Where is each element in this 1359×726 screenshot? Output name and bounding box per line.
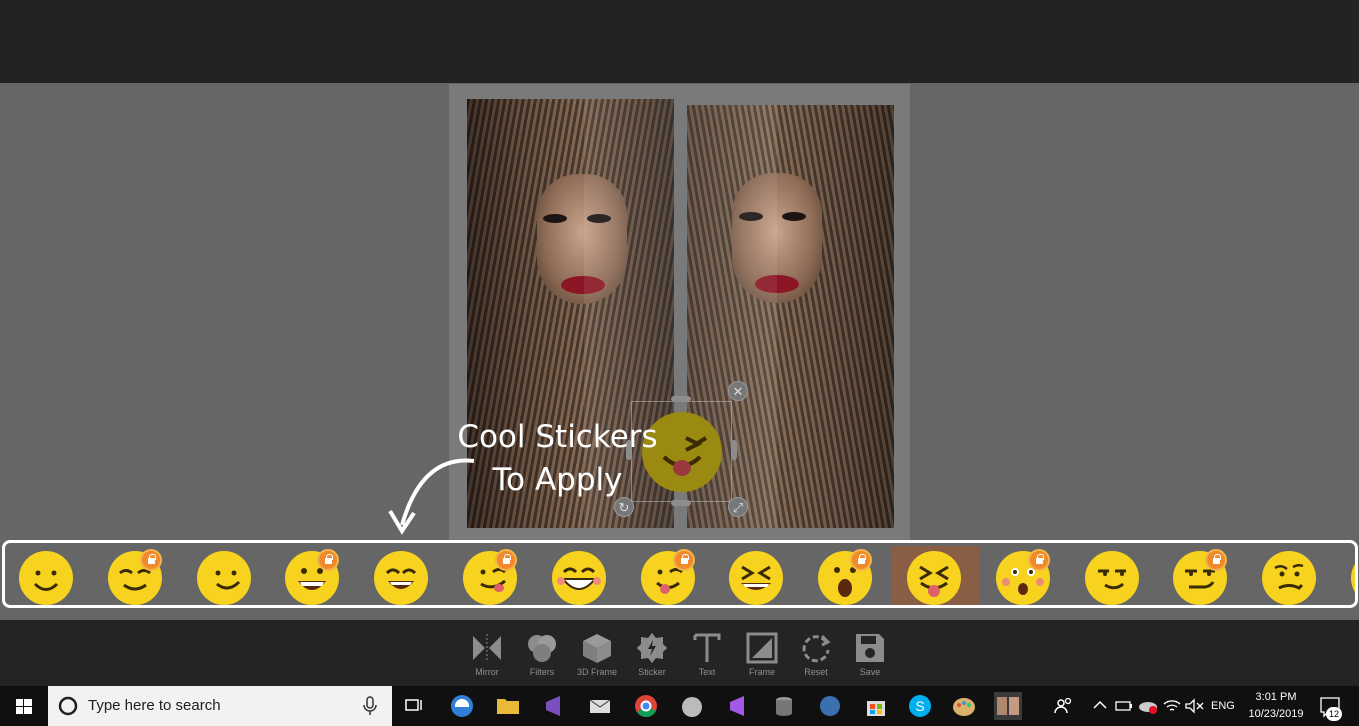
language-indicator[interactable]: ENG bbox=[1211, 700, 1235, 712]
store-icon[interactable] bbox=[862, 692, 890, 720]
sticker-label: Sticker bbox=[638, 667, 666, 677]
lock-icon bbox=[139, 549, 162, 571]
save-icon bbox=[856, 634, 884, 662]
teeth-grin-emoji-icon bbox=[551, 551, 606, 605]
filters-label: Filters bbox=[529, 667, 555, 677]
filters-icon bbox=[528, 635, 556, 662]
grin-emoji-icon bbox=[374, 551, 429, 605]
scale-icon[interactable]: ⤢ bbox=[728, 497, 748, 517]
eye bbox=[782, 212, 806, 221]
lock-icon bbox=[672, 549, 695, 571]
reset-label: Reset bbox=[804, 667, 828, 677]
sticker-option-big-grin[interactable] bbox=[269, 546, 357, 605]
mirror-icon bbox=[473, 634, 501, 662]
people-icon[interactable] bbox=[1050, 692, 1078, 720]
annotation-line-1: Cool Stickers bbox=[457, 419, 658, 455]
notification-count: 12 bbox=[1326, 707, 1342, 721]
sticker-option-squint-laugh[interactable] bbox=[713, 546, 801, 605]
reset-tool-button[interactable]: Reset bbox=[789, 632, 843, 680]
smile-side-emoji-icon bbox=[196, 551, 251, 605]
clock-date[interactable]: 10/23/2019 bbox=[1245, 708, 1307, 720]
sticker-strip[interactable] bbox=[2, 540, 1358, 608]
sticker-option-unamused-smile[interactable] bbox=[1069, 546, 1157, 605]
partial-emoji-icon bbox=[1351, 551, 1355, 605]
edge-icon[interactable] bbox=[448, 692, 476, 720]
visual-studio-2-icon[interactable] bbox=[724, 692, 752, 720]
sticker-icon bbox=[637, 633, 667, 663]
reset-icon bbox=[802, 634, 831, 663]
confused-emoji-icon bbox=[1262, 551, 1317, 605]
file-explorer-icon[interactable] bbox=[494, 692, 522, 720]
sticker-option-shocked[interactable] bbox=[980, 546, 1068, 605]
mail-icon[interactable] bbox=[586, 692, 614, 720]
text-label: Text bbox=[698, 667, 716, 677]
svg-text:S: S bbox=[915, 698, 924, 714]
visual-studio-icon[interactable] bbox=[540, 692, 568, 720]
paint-icon[interactable] bbox=[950, 692, 978, 720]
frame-icon bbox=[746, 632, 778, 664]
microphone-icon bbox=[363, 696, 377, 715]
app-window: ✕ ↻ ⤢ Cool Stickers To Apply Mirror Filt… bbox=[0, 0, 1359, 726]
search-placeholder: Type here to search bbox=[88, 697, 221, 714]
active-app-icon[interactable] bbox=[994, 692, 1022, 720]
eye bbox=[543, 214, 567, 223]
sticker-option-wink-smile[interactable] bbox=[92, 546, 180, 605]
volume-muted-icon[interactable] bbox=[1182, 692, 1210, 720]
chrome-icon[interactable] bbox=[632, 692, 660, 720]
3d-frame-tool-button[interactable]: 3D Frame bbox=[570, 632, 624, 680]
sticker-option-surprised[interactable] bbox=[802, 546, 890, 605]
lock-icon bbox=[1027, 549, 1050, 571]
cube-icon bbox=[583, 634, 611, 663]
task-view-icon[interactable] bbox=[400, 692, 428, 720]
smile-emoji-icon bbox=[19, 551, 73, 605]
frame-tool-button[interactable]: Frame bbox=[735, 632, 789, 680]
sticker-option-smile[interactable] bbox=[5, 546, 91, 605]
save-label: Save bbox=[859, 667, 881, 677]
resize-handle-right[interactable] bbox=[731, 440, 737, 460]
sticker-option-teeth-grin[interactable] bbox=[536, 546, 624, 605]
sticker-option-smirk-tongue[interactable] bbox=[447, 546, 535, 605]
clock-time[interactable]: 3:01 PM bbox=[1245, 691, 1307, 703]
lock-icon bbox=[495, 549, 517, 571]
sticker-tool-button[interactable]: Sticker bbox=[625, 632, 679, 680]
sticker-option-squint-tongue[interactable] bbox=[891, 546, 979, 605]
sticker-option-smile-side[interactable] bbox=[181, 546, 269, 605]
mirror-label: Mirror bbox=[475, 667, 499, 677]
frame-label: Frame bbox=[748, 667, 775, 677]
text-icon bbox=[693, 633, 721, 662]
browser-icon[interactable] bbox=[816, 692, 844, 720]
start-button[interactable] bbox=[0, 686, 48, 726]
cortana-icon bbox=[58, 696, 78, 716]
squint-tongue-emoji-icon bbox=[907, 551, 961, 605]
3d-frame-label: 3D Frame bbox=[576, 667, 617, 677]
sticker-option-tongue-smile[interactable] bbox=[625, 546, 713, 605]
database-icon[interactable] bbox=[770, 692, 798, 720]
skype-icon[interactable]: S bbox=[906, 692, 934, 720]
unamused-smile-emoji-icon bbox=[1084, 551, 1139, 605]
taskbar-search-box[interactable]: Type here to search bbox=[48, 686, 392, 726]
app-icon[interactable] bbox=[678, 692, 706, 720]
save-tool-button[interactable]: Save bbox=[843, 632, 897, 680]
filters-tool-button[interactable]: Filters bbox=[515, 632, 569, 680]
sticker-option-grin[interactable] bbox=[358, 546, 446, 605]
sticker-option-confused[interactable] bbox=[1246, 546, 1334, 605]
mirror-tool-button[interactable]: Mirror bbox=[460, 632, 514, 680]
title-area bbox=[0, 0, 1359, 83]
sticker-option-partial[interactable] bbox=[1335, 546, 1355, 605]
text-tool-button[interactable]: Text bbox=[680, 632, 734, 680]
resize-handle-top[interactable] bbox=[671, 396, 691, 402]
curved-arrow-icon bbox=[388, 458, 475, 535]
sticker-option-smirk[interactable] bbox=[1157, 546, 1245, 605]
squint-laugh-emoji-icon bbox=[729, 551, 784, 605]
windows-taskbar: Type here to search S ENG 3:01 PM 10/23/… bbox=[0, 686, 1359, 726]
windows-logo-icon bbox=[16, 699, 32, 714]
remove-sticker-icon[interactable]: ✕ bbox=[728, 381, 748, 401]
